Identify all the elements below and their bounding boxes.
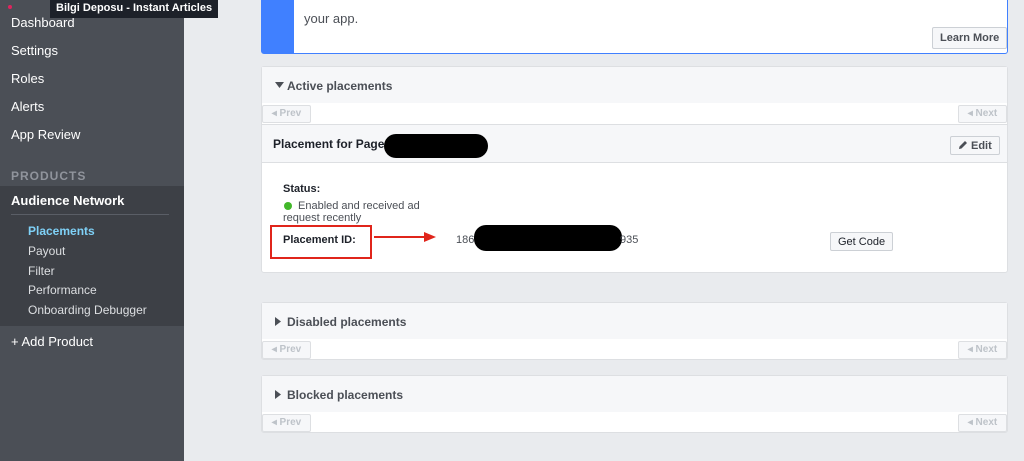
sidebar-subitem-performance[interactable]: Performance bbox=[28, 283, 97, 297]
caret-right-icon bbox=[275, 317, 281, 326]
edit-button[interactable]: Edit bbox=[950, 136, 1000, 155]
divider bbox=[11, 214, 169, 215]
caret-down-icon bbox=[275, 82, 284, 88]
info-text: your app. bbox=[304, 11, 359, 26]
active-placements-panel: Active placements ◂ Prev ◂ Next Placemen… bbox=[261, 66, 1008, 273]
info-panel: your app. Learn More bbox=[261, 0, 1008, 54]
add-product-link[interactable]: + Add Product bbox=[11, 334, 93, 349]
placement-id-label: Placement ID: bbox=[283, 234, 356, 246]
blocked-placements-title: Blocked placements bbox=[287, 388, 404, 402]
disabled-placements-panel: Disabled placements ◂ Prev ◂ Next bbox=[261, 302, 1008, 360]
prev-button[interactable]: ◂ Prev bbox=[262, 414, 311, 432]
products-heading: PRODUCTS bbox=[11, 169, 87, 183]
next-button[interactable]: ◂ Next bbox=[958, 341, 1007, 359]
placement-id-prefix[interactable]: 186 bbox=[456, 234, 474, 246]
sidebar-subitem-onboarding-debugger[interactable]: Onboarding Debugger bbox=[28, 303, 147, 317]
arrow-right-icon bbox=[374, 232, 436, 242]
placement-card: Placement for Page Edit Status: Enabled … bbox=[262, 124, 1007, 276]
sidebar-item-settings[interactable]: Settings bbox=[11, 43, 58, 58]
pager-row: ◂ Prev ◂ Next bbox=[262, 339, 1007, 361]
sidebar-item-alerts[interactable]: Alerts bbox=[11, 99, 44, 114]
disabled-placements-title: Disabled placements bbox=[287, 315, 407, 329]
sidebar-subitem-payout[interactable]: Payout bbox=[28, 244, 65, 258]
pencil-icon bbox=[959, 141, 967, 149]
blocked-placements-panel: Blocked placements ◂ Prev ◂ Next bbox=[261, 375, 1008, 433]
redaction-mark bbox=[384, 134, 488, 158]
status-label: Status: bbox=[283, 183, 321, 195]
sidebar-subitem-placements[interactable]: Placements bbox=[28, 224, 95, 238]
notification-dot bbox=[8, 5, 12, 9]
placement-card-header: Placement for Page Edit bbox=[262, 125, 1007, 163]
product-audience-network: Audience Network Placements Payout Filte… bbox=[0, 186, 184, 326]
next-button[interactable]: ◂ Next bbox=[958, 105, 1007, 123]
get-code-button[interactable]: Get Code bbox=[830, 232, 894, 251]
status-text: Enabled and received ad request recently bbox=[283, 200, 420, 224]
sidebar-subitem-filter[interactable]: Filter bbox=[28, 264, 55, 278]
info-accent-bar bbox=[262, 0, 294, 53]
active-placements-title: Active placements bbox=[287, 79, 393, 93]
sidebar-item-app-review[interactable]: App Review bbox=[11, 127, 80, 142]
active-placements-header[interactable]: Active placements bbox=[262, 67, 1007, 103]
product-title[interactable]: Audience Network bbox=[11, 193, 124, 208]
app-name-tooltip: Bilgi Deposu - Instant Articles bbox=[50, 0, 219, 18]
learn-more-button[interactable]: Learn More bbox=[932, 27, 1008, 49]
sidebar: Bilgi Deposu - Instant Articles Dashboar… bbox=[0, 0, 219, 461]
pager-row: ◂ Prev ◂ Next bbox=[262, 103, 1007, 125]
pager-row: ◂ Prev ◂ Next bbox=[262, 412, 1007, 434]
blocked-placements-header[interactable]: Blocked placements bbox=[262, 376, 1007, 412]
placement-id-suffix[interactable]: 935 bbox=[620, 234, 638, 246]
prev-button[interactable]: ◂ Prev bbox=[262, 341, 311, 359]
edit-label: Edit bbox=[971, 140, 992, 152]
redaction-mark bbox=[474, 225, 622, 251]
caret-right-icon bbox=[275, 390, 281, 399]
disabled-placements-header[interactable]: Disabled placements bbox=[262, 303, 1007, 339]
prev-button[interactable]: ◂ Prev bbox=[262, 105, 311, 123]
placement-title: Placement for Page bbox=[273, 137, 385, 151]
sidebar-item-roles[interactable]: Roles bbox=[11, 71, 44, 86]
next-button[interactable]: ◂ Next bbox=[958, 414, 1007, 432]
